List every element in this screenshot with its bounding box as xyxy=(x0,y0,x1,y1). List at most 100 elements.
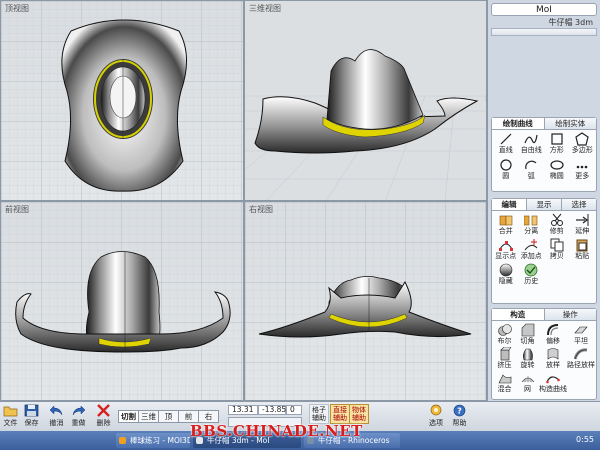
watermark: BBS.CHINADE.NET xyxy=(190,422,363,440)
view-tab-split[interactable]: 切割 xyxy=(118,410,139,423)
tool-circle[interactable]: 圆 xyxy=(493,158,519,181)
draw-palette: 绘制曲线 绘制实体 直线 自由线 方形 多边形 圆 弧 椭圆 更多 xyxy=(491,117,597,192)
hat-top-view[interactable] xyxy=(1,1,244,201)
app-logo: MoI xyxy=(491,3,597,16)
boolean-icon xyxy=(497,324,512,336)
tab-select[interactable]: 选择 xyxy=(561,199,596,210)
join-icon xyxy=(499,215,513,226)
tool-paste[interactable]: 粘贴 xyxy=(570,238,596,261)
hide-icon xyxy=(499,263,513,277)
save-button[interactable]: 保存 xyxy=(24,404,39,428)
options-button[interactable]: 选项 xyxy=(428,404,444,428)
tool-chamfer[interactable]: 切角 xyxy=(516,323,539,346)
delete-button[interactable]: 删除 xyxy=(96,404,111,428)
viewport-front[interactable]: 前视图 xyxy=(0,201,244,401)
hat-front-view[interactable] xyxy=(1,202,244,401)
clock: 0:55 xyxy=(576,435,594,444)
tool-show-points[interactable]: 显示点 xyxy=(493,238,519,261)
tab-construct[interactable]: 构造 xyxy=(492,309,544,320)
taskbar-item[interactable]: 棒球练习 - MOI3D... xyxy=(116,433,190,448)
separate-icon xyxy=(524,215,538,226)
tool-network[interactable]: 网 xyxy=(516,371,539,394)
tool-line[interactable]: 直线 xyxy=(493,132,519,155)
tool-construct-curve[interactable]: 构造曲线 xyxy=(539,371,567,394)
coord-z: 0 xyxy=(286,405,302,415)
freeform-curve-icon xyxy=(524,134,538,144)
undo-button[interactable]: 撤消 xyxy=(49,404,64,428)
tool-add-point[interactable]: 添加点 xyxy=(519,238,545,261)
command-panel: MoI 牛仔帽 3dm 绘制曲线 绘制实体 直线 自由线 方形 多边形 圆 弧 … xyxy=(487,0,600,401)
network-icon xyxy=(521,376,534,383)
history-icon xyxy=(524,263,538,277)
object-snap-toggle[interactable]: 物体 辅助 xyxy=(349,404,369,424)
blend-icon xyxy=(498,374,511,384)
tool-trim[interactable]: 修剪 xyxy=(544,213,570,236)
tab-display[interactable]: 显示 xyxy=(526,199,561,210)
more-icon xyxy=(576,165,588,169)
tool-copy[interactable]: 拷贝 xyxy=(544,238,570,261)
paste-icon xyxy=(576,239,588,252)
undo-icon xyxy=(49,405,63,416)
tool-separate[interactable]: 分离 xyxy=(519,213,545,236)
construct-palette: 构造 操作 布尔 切角 偏移 平坦 挤压 旋转 放样 路径放样 混合 网 构造曲… xyxy=(491,308,597,400)
folder-icon xyxy=(3,406,18,417)
tool-freeform[interactable]: 自由线 xyxy=(519,132,545,155)
delete-icon xyxy=(97,404,110,417)
tool-rectangle[interactable]: 方形 xyxy=(544,132,570,155)
tool-boolean[interactable]: 布尔 xyxy=(493,323,516,346)
rectangle-icon xyxy=(551,133,563,145)
tool-arc[interactable]: 弧 xyxy=(519,158,545,181)
extrude-icon xyxy=(499,347,511,361)
tool-extrude[interactable]: 挤压 xyxy=(493,347,516,370)
coord-y: -13.85 xyxy=(258,405,286,415)
save-icon xyxy=(24,404,39,417)
redo-button[interactable]: 重做 xyxy=(71,404,86,428)
planar-icon xyxy=(574,326,588,334)
file-name: 牛仔帽 3dm xyxy=(548,18,593,27)
grid-snap-toggle[interactable]: 格子 辅助 xyxy=(309,404,329,424)
show-points-icon xyxy=(498,241,513,251)
viewport-perspective[interactable]: 三维视图 xyxy=(244,0,487,201)
tool-hide[interactable]: 隐藏 xyxy=(493,263,519,286)
tool-polygon[interactable]: 多边形 xyxy=(570,132,596,155)
help-button[interactable]: ? 帮助 xyxy=(452,404,467,428)
file-button[interactable]: 文件 xyxy=(3,404,18,428)
tool-blend[interactable]: 混合 xyxy=(493,371,516,394)
add-point-icon xyxy=(524,239,538,251)
loft-icon xyxy=(547,348,559,360)
tool-loft[interactable]: 放样 xyxy=(539,347,567,370)
view-tab-top[interactable]: 顶 xyxy=(158,410,179,423)
svg-text:?: ? xyxy=(457,407,462,416)
tool-sweep[interactable]: 路径放样 xyxy=(567,347,595,370)
view-tab-3d[interactable]: 三维 xyxy=(138,410,159,423)
tool-ellipse[interactable]: 椭圆 xyxy=(544,158,570,181)
tool-offset[interactable]: 偏移 xyxy=(539,323,567,346)
options-icon xyxy=(430,404,442,416)
command-options-strip xyxy=(491,28,597,36)
tool-history[interactable]: 历史 xyxy=(519,263,545,286)
sweep-icon xyxy=(574,348,588,360)
help-icon: ? xyxy=(453,404,466,417)
tool-planar[interactable]: 平坦 xyxy=(567,323,595,346)
straight-snap-toggle[interactable]: 直接 辅助 xyxy=(330,404,350,424)
arc-icon xyxy=(525,160,537,170)
tool-more[interactable]: 更多 xyxy=(570,158,596,181)
tool-revolve[interactable]: 旋转 xyxy=(516,347,539,370)
edit-palette: 编辑 显示 选择 合并 分离 修剪 延伸 显示点 添加点 拷贝 粘贴 隐藏 历史 xyxy=(491,198,597,304)
polygon-icon xyxy=(575,132,589,146)
coord-x: 13.31 xyxy=(228,405,258,415)
tab-edit[interactable]: 编辑 xyxy=(492,199,526,210)
extend-icon xyxy=(576,214,589,226)
viewport-right[interactable]: 右视图 xyxy=(244,201,487,401)
tab-draw-curve[interactable]: 绘制曲线 xyxy=(492,118,544,129)
revolve-icon xyxy=(522,348,533,361)
app-icon xyxy=(119,437,126,444)
tab-transform[interactable]: 操作 xyxy=(543,309,596,320)
tool-join[interactable]: 合并 xyxy=(493,213,519,236)
hat-perspective-view[interactable] xyxy=(245,1,487,201)
tab-draw-solid[interactable]: 绘制实体 xyxy=(543,118,596,129)
circle-icon xyxy=(500,159,512,171)
tool-extend[interactable]: 延伸 xyxy=(570,213,596,236)
hat-right-view[interactable] xyxy=(245,202,487,401)
viewport-top[interactable]: 顶视图 xyxy=(0,0,244,201)
